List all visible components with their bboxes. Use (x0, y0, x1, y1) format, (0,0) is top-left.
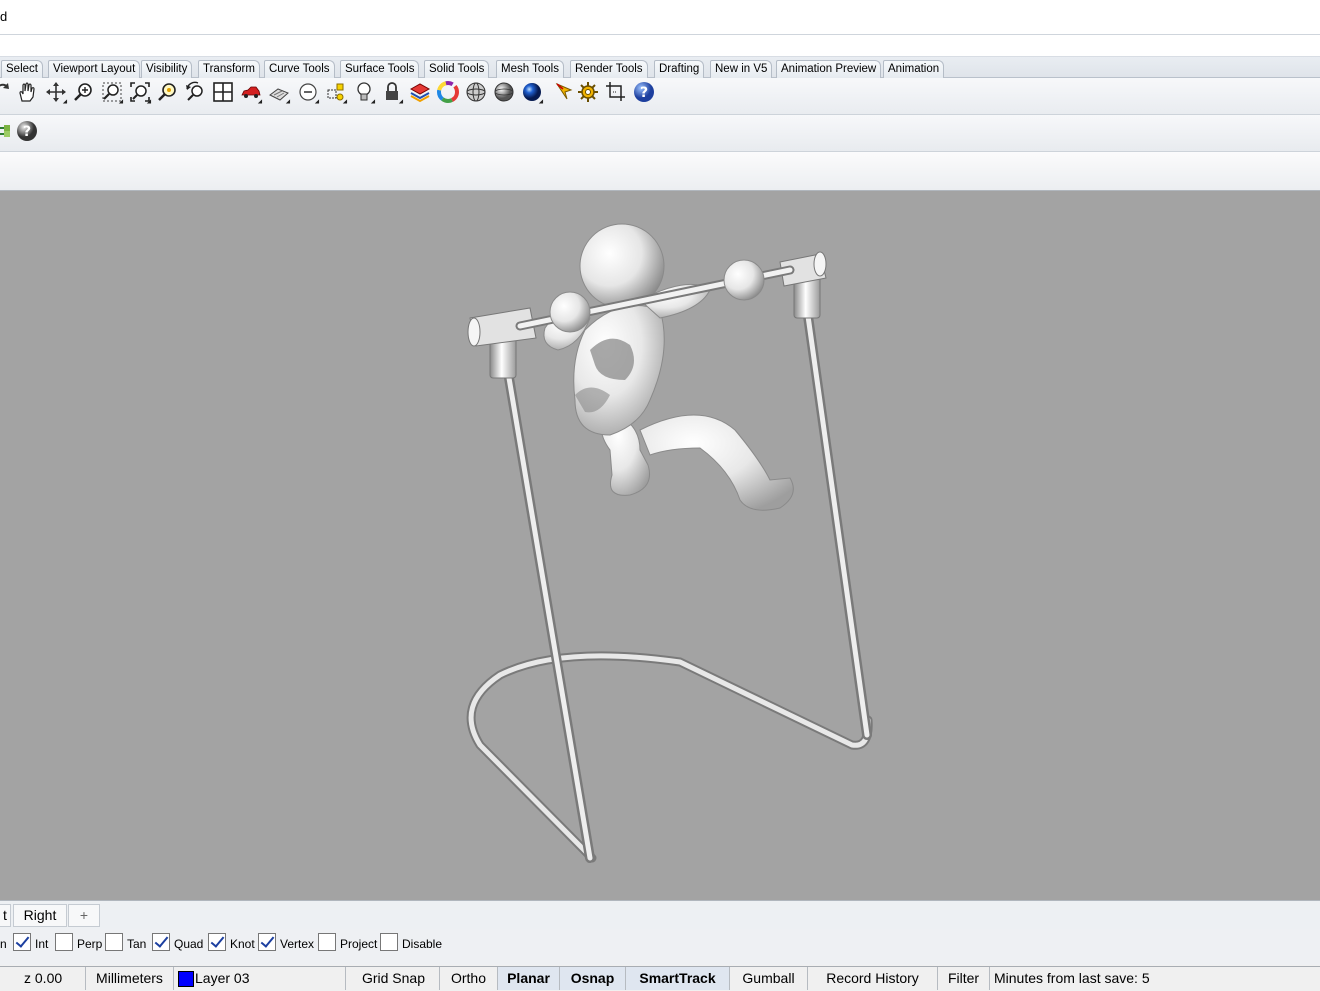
model-render (466, 223, 873, 863)
osnap-disable-checkbox[interactable] (380, 933, 398, 951)
point-circle-icon[interactable] (297, 81, 322, 106)
save-timer: Minutes from last save: 5 (994, 970, 1150, 986)
osnap-label-cut: n (0, 937, 7, 951)
status-bar: z 0.00 Millimeters Layer 03 Grid Snap Or… (0, 966, 1320, 991)
ortho-toggle[interactable]: Ortho (440, 967, 498, 990)
tab-viewport-layout[interactable]: Viewport Layout (48, 60, 141, 78)
grid-snap-toggle[interactable]: Grid Snap (348, 967, 440, 990)
tab-animation[interactable]: Animation (883, 60, 945, 78)
zoom-extents-icon[interactable] (129, 81, 154, 106)
tab-transform[interactable]: Transform (198, 60, 260, 78)
tree-icon[interactable] (0, 120, 16, 144)
base-curve (466, 651, 873, 863)
tab-right-view[interactable]: Right (13, 904, 67, 927)
zoom-window-icon[interactable] (101, 81, 126, 106)
perspective-viewport[interactable] (0, 191, 1320, 900)
layer-selector[interactable]: Layer 03 (174, 967, 346, 990)
record-history-toggle[interactable]: Record History (808, 967, 938, 990)
tab-curve-tools[interactable]: Curve Tools (264, 60, 335, 78)
cursor-star-icon[interactable] (553, 81, 575, 105)
left-connector (467, 307, 537, 379)
lightbulb-icon[interactable] (353, 81, 378, 106)
toolbar-tab-strip: Select Viewport Layout Visibility Transf… (0, 57, 1320, 78)
command-area: d (0, 0, 1320, 57)
help-icon[interactable]: ? (16, 120, 38, 144)
tab-top-view[interactable]: t (0, 904, 11, 927)
osnap-quad-label: Quad (174, 937, 204, 951)
svg-text:?: ? (640, 85, 648, 101)
gear-icon[interactable] (577, 81, 599, 105)
tab-render-tools[interactable]: Render Tools (570, 60, 648, 78)
left-hand (549, 291, 591, 333)
toolbar-row-empty (0, 152, 1320, 191)
osnap-knot-label: Knot (230, 937, 255, 951)
osnap-project-label: Project (340, 937, 378, 951)
undo-view-icon[interactable] (184, 81, 206, 105)
osnap-knot-checkbox[interactable] (208, 933, 226, 951)
wireframe-sphere-icon[interactable] (465, 81, 487, 105)
svg-text:?: ? (23, 124, 31, 140)
zoom-dynamic-icon[interactable] (73, 81, 95, 105)
tab-solid-tools[interactable]: Solid Tools (424, 60, 490, 78)
right-connector (779, 251, 827, 319)
tab-new-in-v5[interactable]: New in V5 (710, 60, 773, 78)
rendered-sphere-icon[interactable] (521, 81, 546, 106)
add-viewport-tab-button[interactable]: + (68, 904, 100, 927)
secondary-toolbar: ? (0, 115, 1320, 152)
layer-color-swatch (178, 971, 194, 987)
smarttrack-toggle[interactable]: SmartTrack (626, 967, 730, 990)
viewport-tabs: t Right + (0, 900, 1320, 929)
shaded-sphere-icon[interactable] (493, 81, 515, 105)
coordinate-z: z 0.00 (0, 967, 86, 990)
tab-animation-preview[interactable]: Animation Preview (776, 60, 882, 78)
planar-toggle[interactable]: Planar (498, 967, 560, 990)
osnap-int-label: Int (35, 937, 49, 951)
move-cross-icon[interactable] (45, 81, 70, 106)
osnap-tan-checkbox[interactable] (105, 933, 123, 951)
osnap-int-checkbox[interactable] (13, 933, 31, 951)
osnap-vertex-checkbox[interactable] (258, 933, 276, 951)
rotate-view-icon[interactable] (0, 81, 14, 105)
tab-visibility[interactable]: Visibility (141, 60, 193, 78)
layer-color-icon[interactable] (409, 81, 431, 105)
osnap-perp-label: Perp (77, 937, 103, 951)
help-icon[interactable]: ? (633, 81, 655, 105)
cplane-icon[interactable] (268, 81, 293, 106)
osnap-toggle[interactable]: Osnap (560, 967, 626, 990)
osnap-disable-label: Disable (402, 937, 443, 951)
osnap-project-checkbox[interactable] (318, 933, 336, 951)
lock-icon[interactable] (381, 81, 406, 106)
gumball-toggle[interactable]: Gumball (730, 967, 808, 990)
osnap-panel: n Int Perp Tan Quad Knot Vertex Project … (0, 929, 1320, 965)
car-icon[interactable] (240, 81, 265, 106)
tab-mesh-tools[interactable]: Mesh Tools (496, 60, 564, 78)
four-viewports-icon[interactable] (212, 81, 234, 105)
zoom-selected-icon[interactable] (157, 81, 179, 105)
filter-button[interactable]: Filter (938, 967, 990, 990)
tab-drafting[interactable]: Drafting (654, 60, 705, 78)
units-display[interactable]: Millimeters (86, 967, 174, 990)
tab-surface-tools[interactable]: Surface Tools (340, 60, 420, 78)
crop-icon[interactable] (605, 81, 627, 105)
tab-select[interactable]: Select (1, 60, 43, 78)
command-text: d (0, 9, 8, 24)
osnap-quad-checkbox[interactable] (152, 933, 170, 951)
osnap-perp-checkbox[interactable] (55, 933, 73, 951)
pan-hand-icon[interactable] (16, 81, 38, 105)
osnap-vertex-label: Vertex (280, 937, 315, 951)
right-hand (723, 259, 765, 301)
select-objects-icon[interactable] (325, 81, 350, 106)
layer-name: Layer 03 (195, 970, 250, 986)
osnap-tan-label: Tan (127, 937, 147, 951)
color-wheel-icon[interactable] (437, 81, 459, 105)
command-history: d (0, 4, 1320, 35)
main-toolbar: ? (0, 78, 1320, 115)
